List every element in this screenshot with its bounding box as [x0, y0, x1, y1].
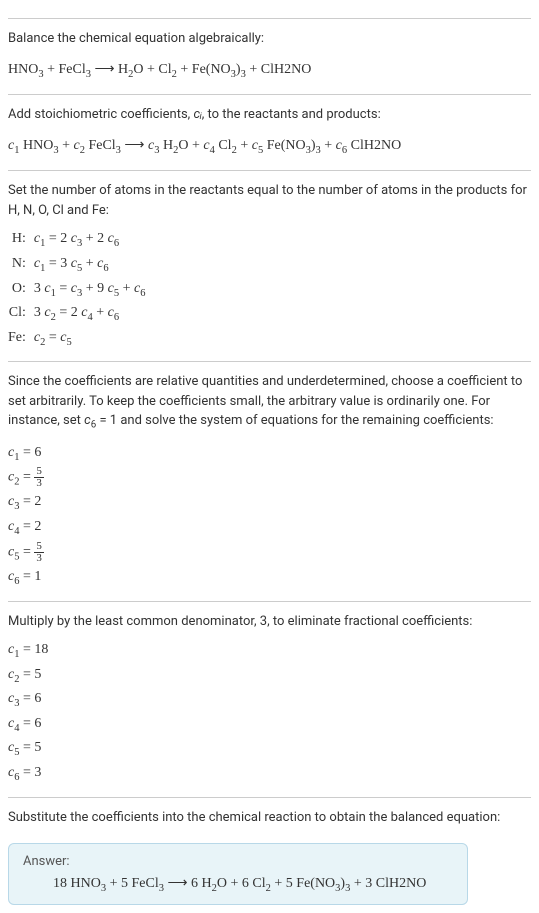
coef-line: c5 = 53 — [8, 541, 531, 566]
multiply-intro: Multiply by the least common denominator… — [8, 612, 531, 632]
element-label: Fe: — [8, 327, 34, 352]
section-multiply: Multiply by the least common denominator… — [8, 601, 531, 787]
section-solve: Since the coefficients are relative quan… — [8, 361, 531, 590]
element-equation: 3 c1 = c3 + 9 c5 + c6 — [34, 278, 146, 303]
coef-line: c2 = 53 — [8, 466, 531, 491]
table-row: N: c1 = 3 c5 + c6 — [8, 253, 145, 278]
table-row: O: 3 c1 = c3 + 9 c5 + c6 — [8, 278, 145, 303]
problem-intro: Balance the chemical equation algebraica… — [8, 29, 531, 49]
coef-line: c6 = 1 — [8, 566, 531, 591]
section-answer: Substitute the coefficients into the che… — [8, 797, 531, 905]
section-atoms: Set the number of atoms in the reactants… — [8, 170, 531, 351]
table-row: Cl: 3 c2 = 2 c4 + c6 — [8, 302, 145, 327]
coef-list-fractional: c1 = 6 c2 = 53 c3 = 2 c4 = 2 c5 = 53 c6 … — [8, 442, 531, 591]
ci-symbol: cᵢ — [193, 107, 201, 122]
element-label: H: — [8, 228, 34, 253]
coef-line: c1 = 6 — [8, 442, 531, 467]
coef-line: c6 = 3 — [8, 762, 531, 787]
coef-line: c3 = 2 — [8, 491, 531, 516]
stoich-equation: c1 HNO3 + c2 FeCl3 ⟶ c3 H2O + c4 Cl2 + c… — [8, 133, 531, 161]
element-equation: c1 = 3 c5 + c6 — [34, 253, 146, 278]
element-label: O: — [8, 278, 34, 303]
table-row: Fe: c2 = c5 — [8, 327, 145, 352]
coef-line: c4 = 6 — [8, 713, 531, 738]
answer-intro: Substitute the coefficients into the che… — [8, 808, 531, 828]
atom-equations-table: H: c1 = 2 c3 + 2 c6 N: c1 = 3 c5 + c6 O:… — [8, 228, 145, 351]
fraction: 53 — [34, 541, 44, 564]
answer-label: Answer: — [23, 854, 453, 869]
element-label: N: — [8, 253, 34, 278]
answer-box: Answer: 18 HNO3 + 5 FeCl3 ⟶ 6 H2O + 6 Cl… — [8, 843, 468, 905]
coef-line: c2 = 5 — [8, 664, 531, 689]
section-stoich: Add stoichiometric coefficients, cᵢ, to … — [8, 94, 531, 160]
table-row: H: c1 = 2 c3 + 2 c6 — [8, 228, 145, 253]
coef-line: c4 = 2 — [8, 516, 531, 541]
element-label: Cl: — [8, 302, 34, 327]
element-equation: c2 = c5 — [34, 327, 146, 352]
coef-line: c1 = 18 — [8, 639, 531, 664]
balanced-equation: 18 HNO3 + 5 FeCl3 ⟶ 6 H2O + 6 Cl2 + 5 Fe… — [23, 875, 453, 894]
unbalanced-equation: HNO3 + FeCl3 ⟶ H2O + Cl2 + Fe(NO3)3 + Cl… — [8, 57, 531, 85]
element-equation: 3 c2 = 2 c4 + c6 — [34, 302, 146, 327]
coef-line: c5 = 5 — [8, 737, 531, 762]
stoich-intro: Add stoichiometric coefficients, cᵢ, to … — [8, 105, 531, 125]
section-problem: Balance the chemical equation algebraica… — [8, 18, 531, 84]
element-equation: c1 = 2 c3 + 2 c6 — [34, 228, 146, 253]
coef-list-integer: c1 = 18 c2 = 5 c3 = 6 c4 = 6 c5 = 5 c6 =… — [8, 639, 531, 787]
fraction: 53 — [34, 466, 44, 489]
atoms-intro: Set the number of atoms in the reactants… — [8, 181, 531, 220]
coef-line: c3 = 6 — [8, 688, 531, 713]
solve-intro: Since the coefficients are relative quan… — [8, 372, 531, 433]
